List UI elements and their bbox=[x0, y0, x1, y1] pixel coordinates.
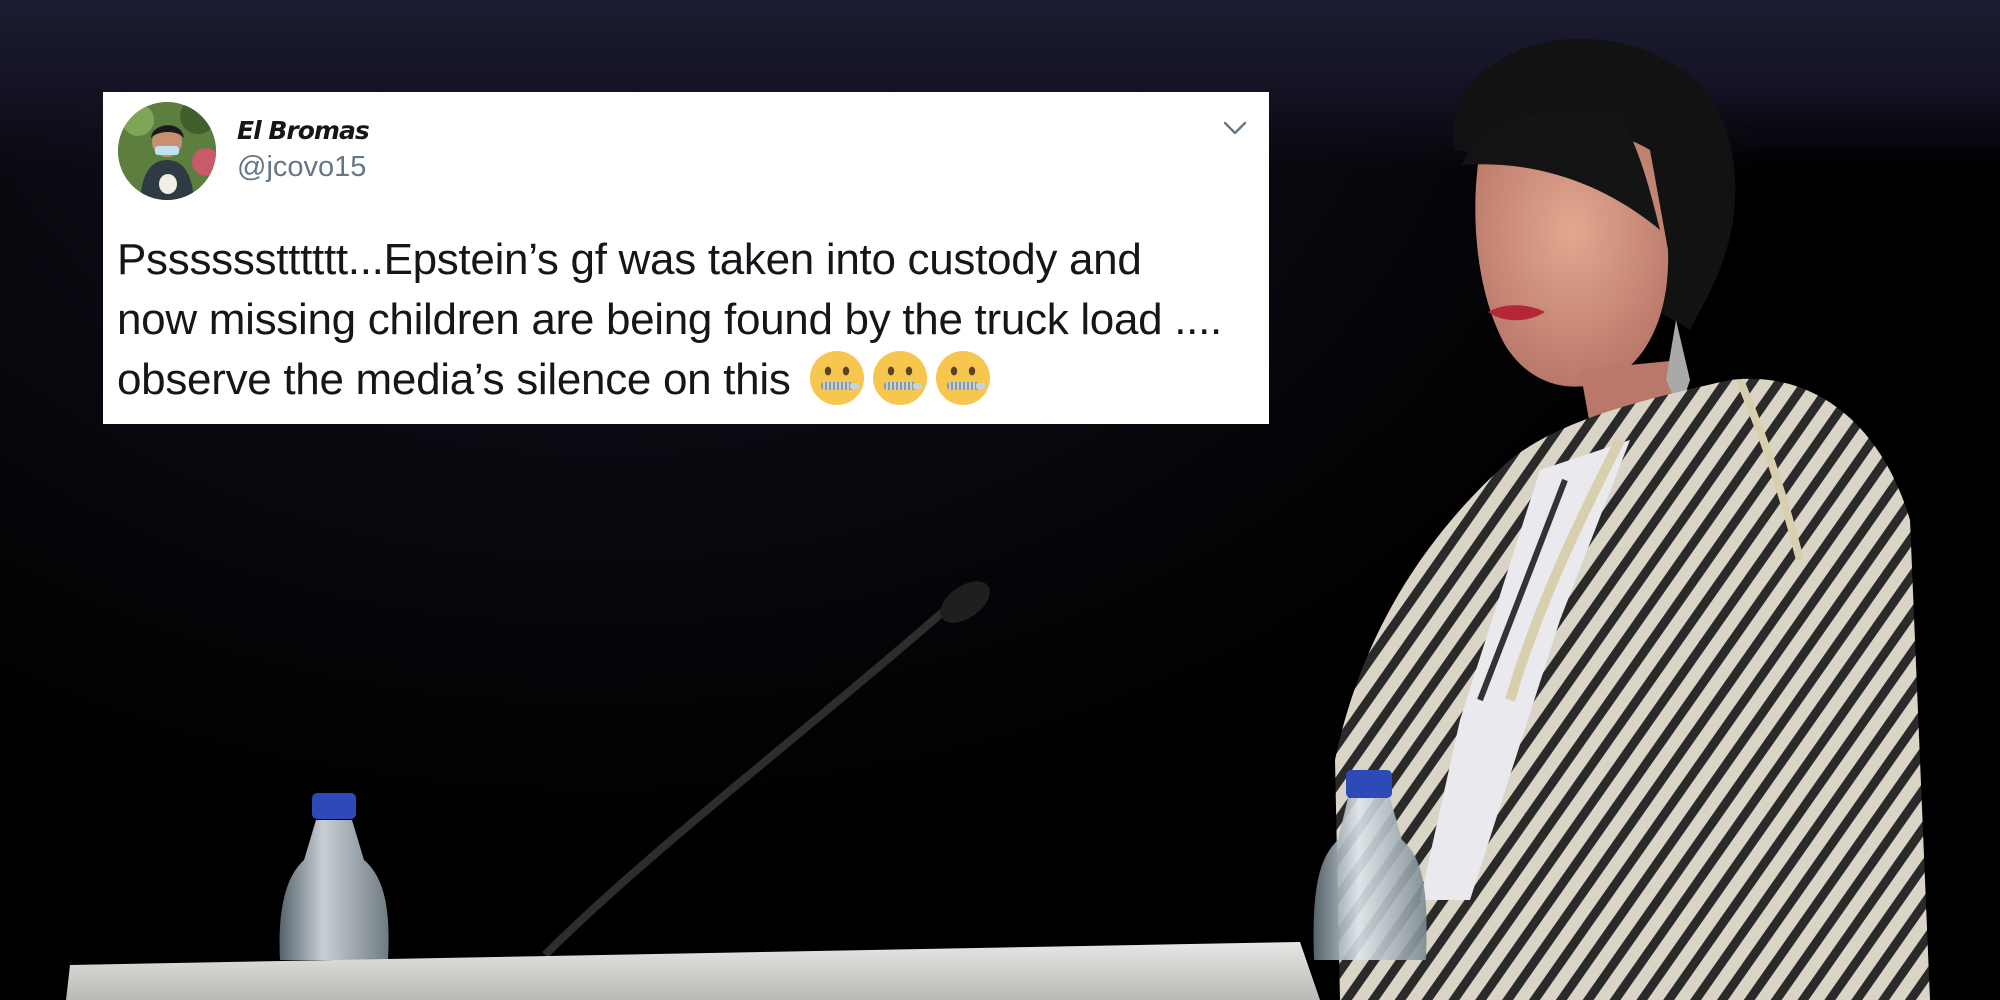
tweet-text-line-2: now missing children are being found by … bbox=[117, 295, 1222, 344]
tweet-text-line-1: Psssssstttttt...Epstein’s gf was taken i… bbox=[117, 235, 1142, 284]
chevron-down-icon[interactable] bbox=[1221, 114, 1249, 142]
tweet-text-line-3: observe the media’s silence on this bbox=[117, 350, 1257, 422]
emoji-row bbox=[802, 350, 991, 422]
tweet-card: El Bromas @jcovo15 Psssssstttttt...Epste… bbox=[103, 92, 1269, 424]
zipper-mouth-face-icon bbox=[936, 351, 991, 405]
zipper-mouth-face-icon bbox=[873, 351, 928, 405]
tweet-text: Psssssstttttt...Epstein’s gf was taken i… bbox=[117, 230, 1257, 422]
zipper-mouth-face-icon bbox=[810, 351, 865, 405]
water-bottle-left bbox=[279, 793, 389, 960]
tweet-text-line-3-words: observe the media’s silence on this bbox=[117, 355, 791, 404]
article-hero-image: El Bromas @jcovo15 Psssssstttttt...Epste… bbox=[0, 0, 2000, 1000]
avatar[interactable] bbox=[118, 102, 216, 200]
tweet-author-name[interactable]: El Bromas bbox=[237, 116, 370, 145]
microphone bbox=[542, 581, 990, 958]
tweet-author-handle[interactable]: @jcovo15 bbox=[237, 151, 366, 184]
speaker-figure bbox=[1335, 38, 1930, 1000]
podium bbox=[66, 942, 1320, 1000]
